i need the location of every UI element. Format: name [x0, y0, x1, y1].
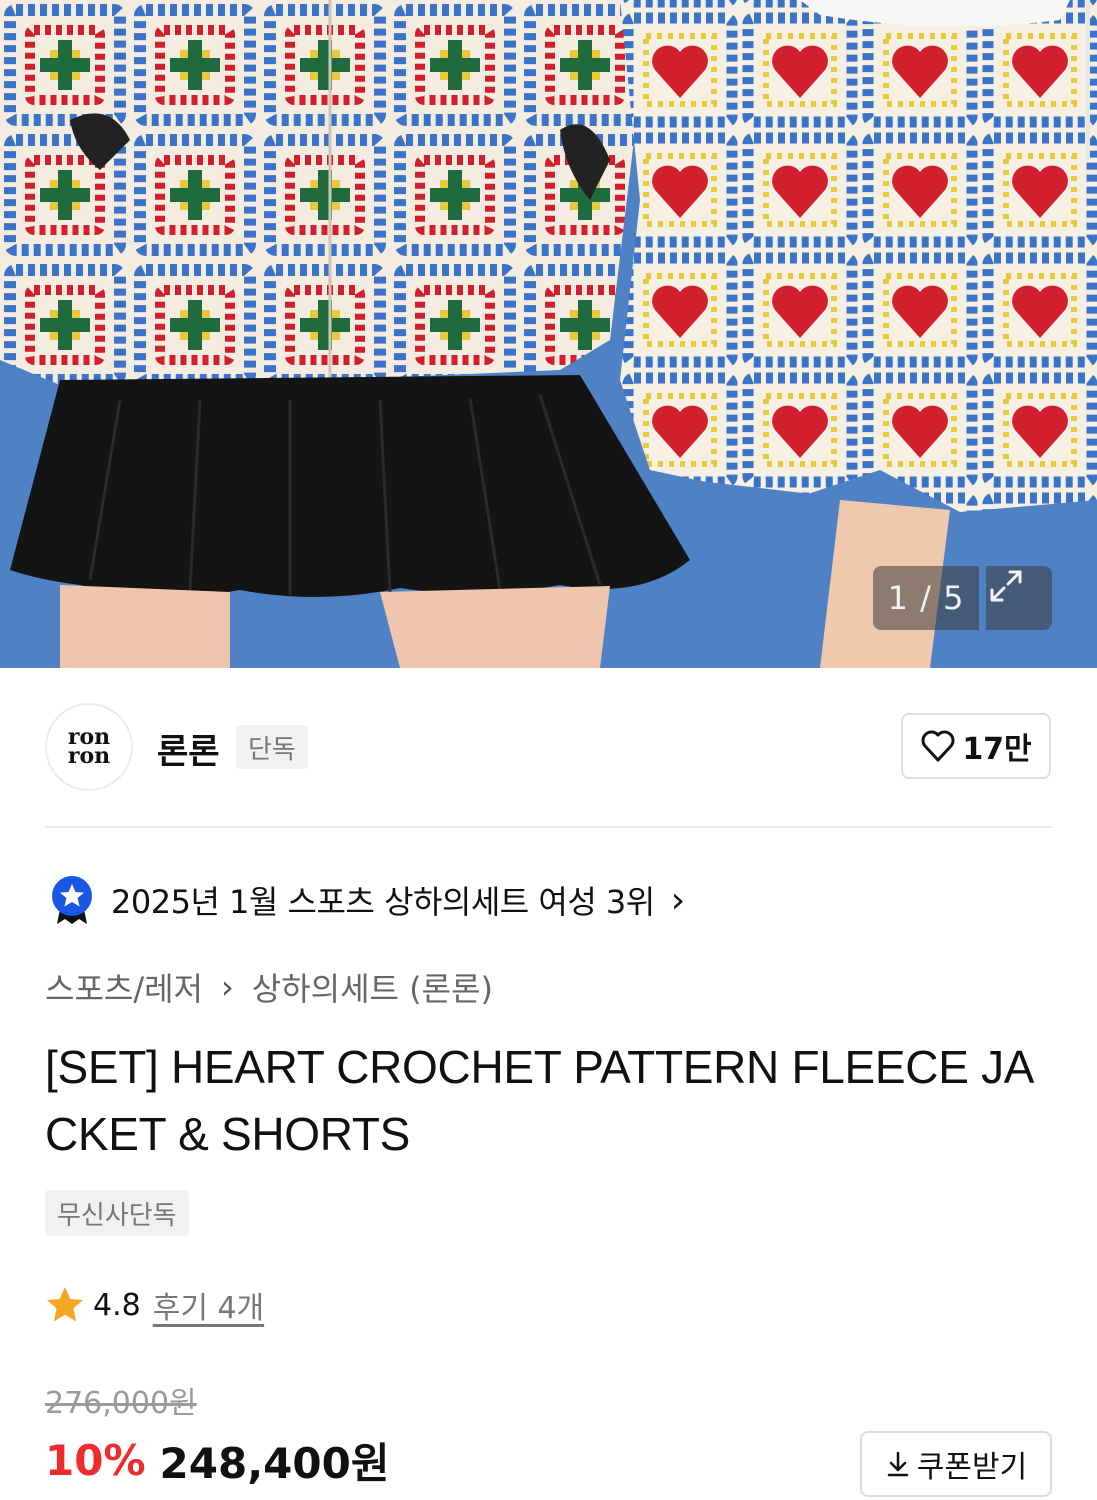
breadcrumb-category[interactable]: 스포츠/레저 [45, 964, 203, 1010]
ranking-text: 2025년 1월 스포츠 상하의세트 여성 3위 [111, 883, 655, 921]
breadcrumb: 스포츠/레저 › 상하의세트 (론론) [45, 965, 493, 1009]
discount-rate: 10% [45, 1435, 146, 1485]
rating-value: 4.8 [93, 1287, 141, 1323]
star-icon [47, 1287, 83, 1322]
brand-logo-line2: ron [67, 743, 111, 769]
product-image[interactable]: 1 / 5 [0, 0, 1097, 668]
expand-button[interactable] [986, 566, 1052, 630]
image-counter: 1 / 5 [873, 566, 979, 630]
product-title: [SET] HEART CROCHET PATTERN FLEECE JACKE… [45, 1041, 1035, 1160]
brand-name[interactable]: 론론 [157, 724, 220, 773]
original-price: 276,000원 [45, 1386, 197, 1421]
coupon-button[interactable]: 쿠폰받기 [860, 1431, 1052, 1497]
divider [45, 826, 1052, 828]
download-icon [887, 1451, 909, 1477]
breadcrumb-subcategory[interactable]: 상하의세트 (론론) [252, 964, 493, 1010]
price-row: 10% 248,400원 [45, 1430, 389, 1490]
like-button[interactable]: 17만 [901, 713, 1051, 779]
ranking-link[interactable]: 2025년 1월 스포츠 상하의세트 여성 3위 › [49, 874, 685, 926]
expand-icon [990, 570, 1022, 602]
brand-logo[interactable]: ron ron [45, 703, 133, 791]
review-link[interactable]: 후기 4개 [153, 1283, 264, 1327]
rank-badge-icon [52, 876, 92, 924]
like-count: 17만 [962, 732, 1032, 767]
breadcrumb-separator-icon: › [220, 968, 234, 1006]
exclusive-tag: 무신사단독 [45, 1190, 189, 1236]
heart-icon [921, 730, 955, 762]
rating-row: 4.8 후기 4개 [45, 1283, 264, 1327]
chevron-right-icon: › [670, 879, 686, 921]
coupon-label: 쿠폰받기 [916, 1450, 1028, 1485]
sale-price: 248,400원 [159, 1438, 390, 1488]
brand-exclusive-badge: 단독 [236, 725, 308, 769]
